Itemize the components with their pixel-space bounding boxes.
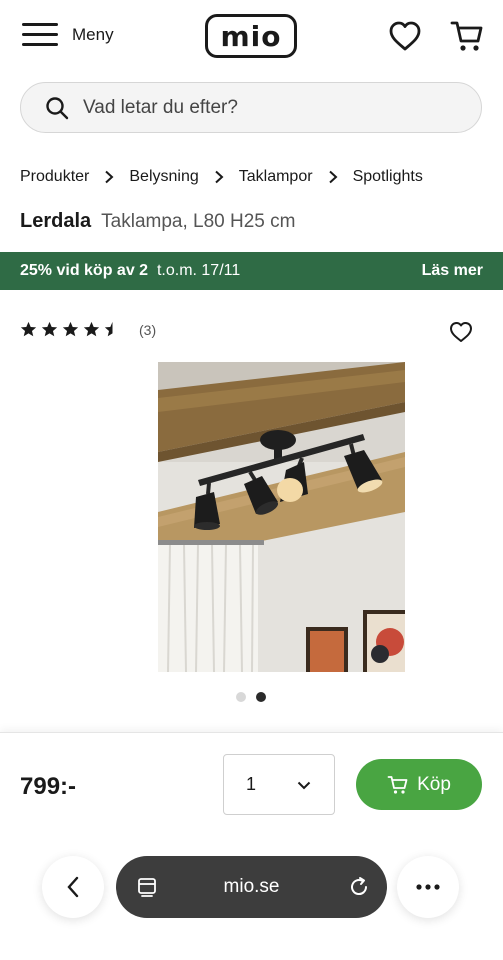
breadcrumb-produkter[interactable]: Produkter	[20, 168, 89, 186]
breadcrumb-taklampor[interactable]: Taklampor	[239, 168, 313, 186]
tabs-icon[interactable]	[136, 876, 158, 898]
browser-back-button[interactable]	[42, 856, 104, 918]
search-icon	[46, 96, 69, 119]
quantity-value: 1	[246, 774, 257, 794]
site-header: Meny mio	[0, 0, 503, 74]
star-half-icon	[104, 321, 121, 337]
heart-icon[interactable]	[388, 20, 422, 52]
more-dots-icon	[416, 884, 440, 890]
chevron-right-icon	[313, 170, 353, 184]
chevron-right-icon	[199, 170, 239, 184]
purchase-bar: 799:- 1 Köp	[0, 732, 503, 960]
star-full-icon	[41, 321, 58, 337]
product-image[interactable]	[158, 362, 405, 672]
cart-icon[interactable]	[449, 18, 485, 54]
rating-count: (3)	[139, 321, 157, 338]
promo-banner: 25% vid köp av 2 t.o.m. 17/11 Läs mer	[0, 252, 503, 290]
chevron-left-icon	[67, 876, 79, 898]
product-brand: Lerdala	[20, 210, 92, 232]
chevron-down-icon	[297, 781, 311, 789]
carousel-dot-2[interactable]	[256, 692, 266, 702]
buy-button[interactable]: Köp	[356, 759, 482, 810]
browser-more-button[interactable]	[397, 856, 459, 918]
heart-icon[interactable]	[449, 321, 473, 343]
mio-logo[interactable]: mio	[205, 14, 297, 58]
menu-label: Meny	[72, 25, 114, 44]
star-full-icon	[62, 321, 79, 337]
search-bar[interactable]	[20, 82, 482, 133]
star-full-icon	[83, 321, 100, 337]
reload-icon[interactable]	[347, 875, 371, 899]
breadcrumb: Produkter Belysning Taklampor Spotlights	[20, 165, 423, 189]
product-description: Taklampa, L80 H25 cm	[101, 211, 296, 232]
hamburger-icon	[22, 22, 58, 48]
carousel-dot-1[interactable]	[236, 692, 246, 702]
breadcrumb-belysning[interactable]: Belysning	[129, 168, 198, 186]
search-input[interactable]	[83, 96, 453, 119]
image-carousel-dots	[236, 692, 266, 702]
product-rating[interactable]: (3)	[20, 321, 156, 338]
chevron-right-icon	[89, 170, 129, 184]
browser-url: mio.se	[223, 876, 280, 897]
menu-button[interactable]: Meny	[22, 22, 114, 48]
promo-read-more-link[interactable]: Läs mer	[422, 262, 483, 280]
browser-url-bar[interactable]: mio.se	[116, 856, 387, 918]
star-full-icon	[20, 321, 37, 337]
browser-toolbar: mio.se	[0, 852, 503, 922]
promo-offer: 25% vid köp av 2	[20, 262, 149, 279]
promo-period: t.o.m. 17/11	[156, 262, 241, 279]
product-price: 799:-	[20, 773, 77, 800]
buy-button-label: Köp	[417, 773, 451, 795]
cart-icon	[387, 775, 408, 794]
promo-text: 25% vid köp av 2 t.o.m. 17/11	[20, 262, 240, 280]
breadcrumb-spotlights[interactable]: Spotlights	[353, 168, 423, 186]
quantity-select[interactable]: 1	[223, 754, 335, 815]
product-title: Lerdala Taklampa, L80 H25 cm	[20, 210, 295, 233]
ceiling-lamp-photo	[158, 362, 405, 672]
